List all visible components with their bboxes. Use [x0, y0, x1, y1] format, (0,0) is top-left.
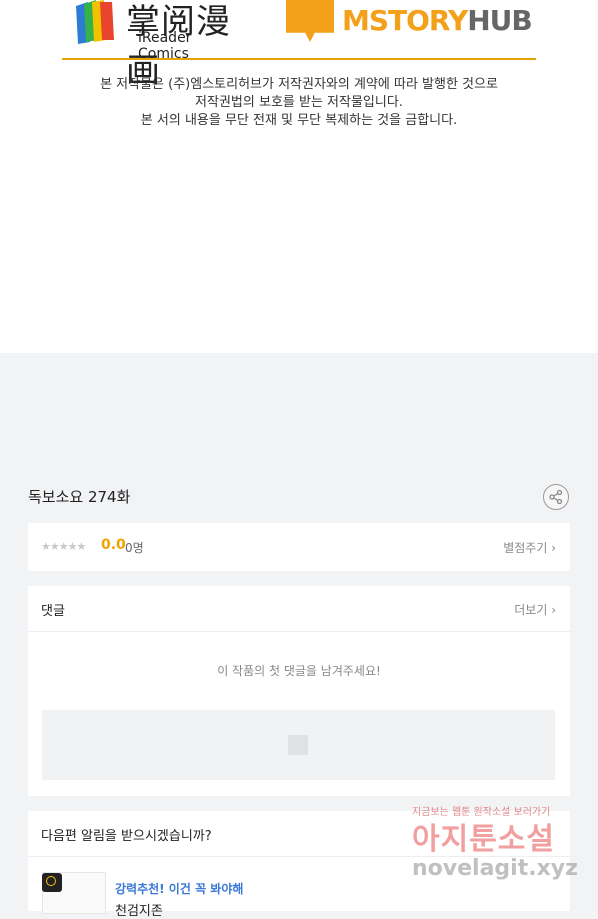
- comment-input[interactable]: [42, 710, 555, 780]
- copyright-notice: 본 저작물은 (주)엠스토리허브가 저작권자와의 계약에 따라 발행한 것으로 …: [0, 76, 598, 130]
- share-button[interactable]: [543, 484, 569, 510]
- rating-stars: ★★★★★: [41, 540, 86, 553]
- mstoryhub-logo: MSTORYHUB: [286, 0, 536, 46]
- comments-title: 댓글: [41, 604, 65, 619]
- rate-button[interactable]: 별점주기 ›: [503, 539, 556, 556]
- share-icon: [549, 489, 563, 505]
- notice-line-1: 본 저작물은 (주)엠스토리허브가 저작권자와의 계약에 따라 발행한 것으로: [100, 77, 498, 92]
- copyright-banner: 掌阅漫画 iReader Comics MSTORYHUB 본 저작물은 (주)…: [0, 0, 598, 353]
- rating-count: 0명: [125, 541, 144, 555]
- publisher-logos: 掌阅漫画 iReader Comics MSTORYHUB: [62, 0, 536, 91]
- mstory-hub-text: HUB: [467, 4, 533, 37]
- comments-empty-message: 이 작품의 첫 댓글을 남겨주세요!: [217, 664, 381, 678]
- notice-line-3: 본 서의 내용을 무단 전재 및 무단 복제하는 것을 금합니다.: [140, 113, 458, 128]
- next-episode-alert-card: 다음편 알림을 받으시겠습니까? 강력추천! 이건 꼭 봐야해 천검지존: [28, 811, 570, 919]
- comments-header: 댓글 더보기 ›: [28, 586, 570, 632]
- rating-card: ★★★★★ 0.0 0명 별점주기 ›: [28, 523, 570, 571]
- clock-icon: [42, 873, 62, 892]
- mstory-main-text: MSTORY: [342, 4, 468, 37]
- mstory-book-icon: [286, 0, 334, 42]
- write-icon: [288, 735, 308, 755]
- recommendation-title[interactable]: 천검지존: [115, 900, 163, 919]
- episode-title: 독보소요 274화: [28, 488, 131, 506]
- recommendation-promo[interactable]: 강력추천! 이건 꼭 봐야해: [115, 880, 243, 897]
- comments-card: 댓글 더보기 › 이 작품의 첫 댓글을 남겨주세요!: [28, 586, 570, 796]
- ireader-book-icon: [76, 0, 114, 44]
- mstory-wordmark: MSTORYHUB: [342, 4, 533, 37]
- ireader-logo: 掌阅漫画 iReader Comics: [74, 0, 244, 91]
- divider: [28, 856, 570, 857]
- ireader-en-wordmark: iReader Comics: [138, 30, 192, 62]
- comments-more-link[interactable]: 더보기 ›: [514, 601, 556, 618]
- next-alert-question: 다음편 알림을 받으시겠습니까?: [41, 829, 212, 844]
- rating-score: 0.0: [101, 537, 126, 553]
- notice-line-2: 저작권법의 보호를 받는 저작물입니다.: [195, 95, 403, 110]
